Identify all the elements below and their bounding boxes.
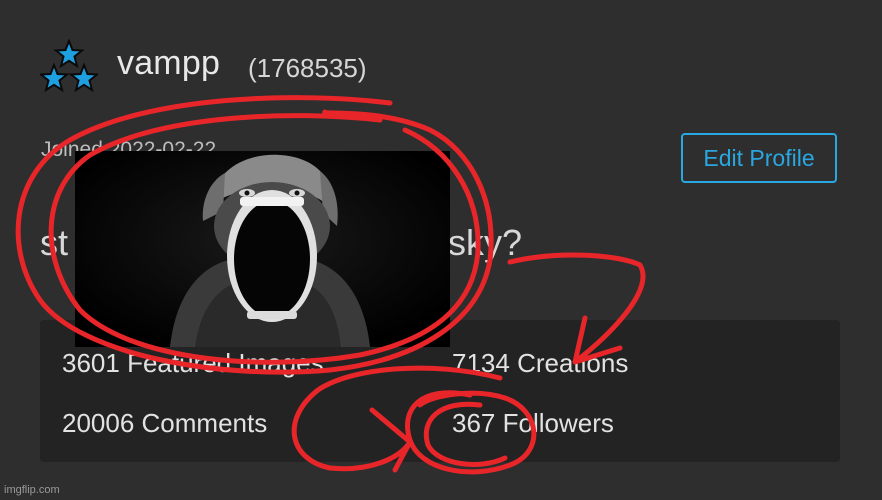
stat-creations[interactable]: 7134 Creations: [452, 348, 628, 379]
star-icon: [40, 62, 70, 92]
profile-username: vampp: [117, 44, 221, 82]
profile-bio-start: st: [40, 222, 69, 263]
stat-comments[interactable]: 20006 Comments: [62, 408, 267, 439]
star-icon: [68, 62, 98, 92]
screaming-person-photo: [75, 151, 450, 347]
profile-user-id: (1768535): [248, 53, 367, 83]
stat-followers[interactable]: 367 Followers: [452, 408, 614, 439]
stat-featured-images[interactable]: 3601 Featured Images: [62, 348, 324, 379]
star-icon: [53, 38, 85, 69]
three-stars-badge-icon: [40, 38, 98, 92]
profile-bio-end: sky?: [448, 222, 523, 263]
edit-profile-button[interactable]: Edit Profile: [681, 133, 837, 183]
imgflip-watermark: imgflip.com: [4, 484, 60, 496]
